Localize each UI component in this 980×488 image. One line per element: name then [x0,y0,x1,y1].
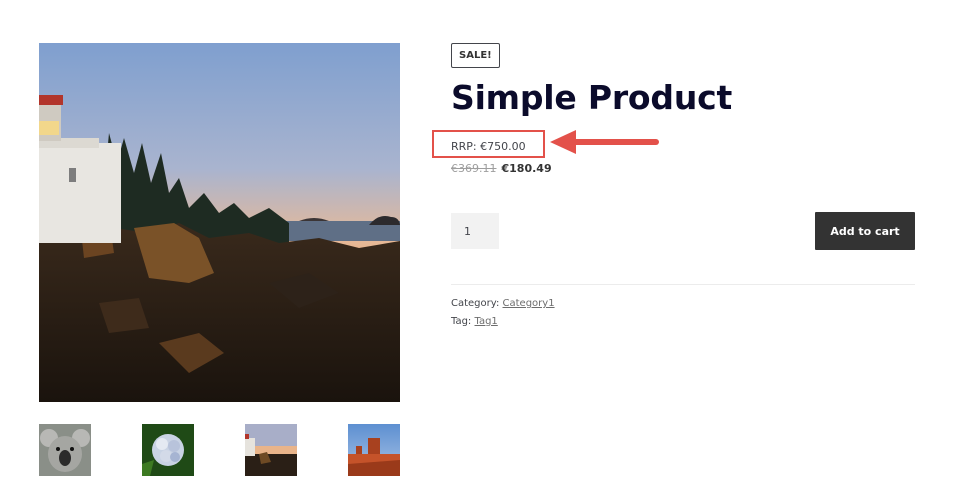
quantity-input[interactable] [451,213,499,249]
sale-price: €180.49 [501,162,552,175]
product-category: Category: Category1 [451,298,555,309]
category-label: Category: [451,298,500,309]
category-link[interactable]: Category1 [503,298,555,309]
rrp-price: RRP: €750.00 [451,140,526,153]
thumbnail-koala[interactable] [39,424,91,476]
sale-badge: SALE! [451,43,500,68]
tag-label: Tag: [451,316,472,327]
product-tag: Tag: Tag1 [451,316,498,327]
tag-link[interactable]: Tag1 [475,316,498,327]
thumbnail-hydrangea[interactable] [142,424,194,476]
thumbnail-lighthouse[interactable] [245,424,297,476]
divider [451,284,915,285]
price: €369.11 €180.49 [451,162,552,175]
product-main-image[interactable] [39,43,400,402]
add-to-cart-button[interactable]: Add to cart [815,212,915,250]
regular-price: €369.11 [451,162,497,175]
thumbnail-desert[interactable] [348,424,400,476]
product-title: Simple Product [451,78,733,117]
arrow-left-icon [550,130,659,154]
